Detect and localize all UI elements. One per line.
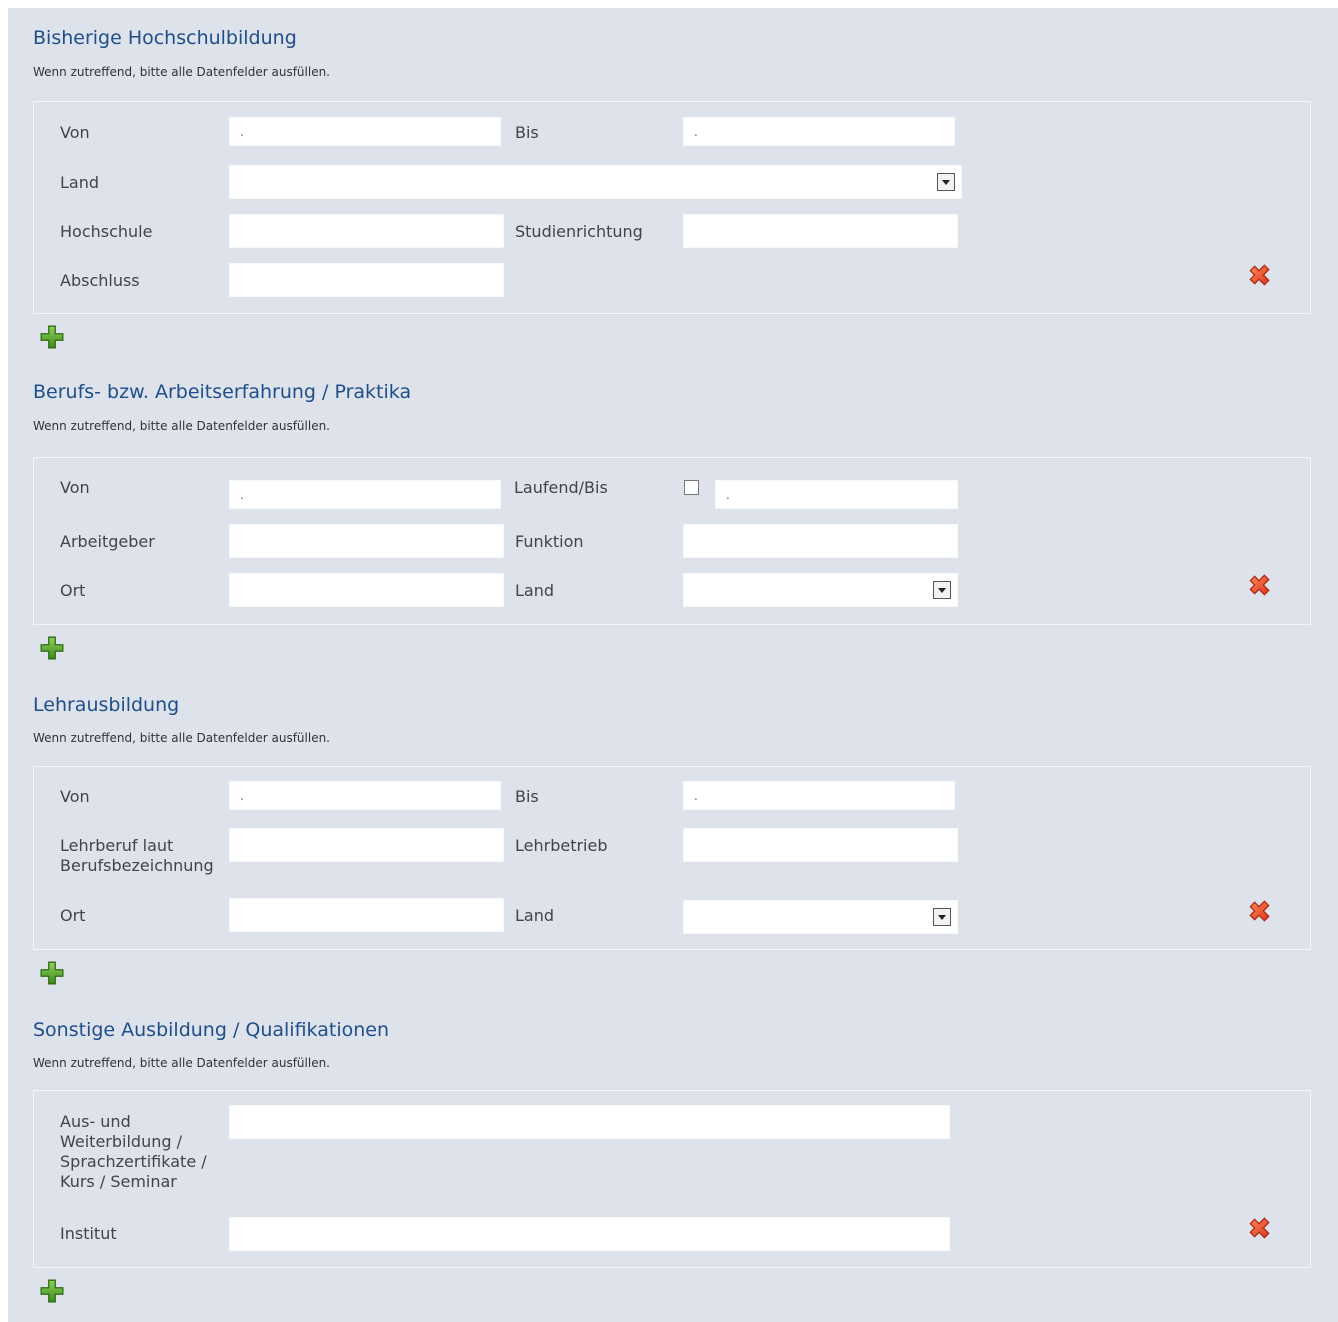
arbeitgeber-input[interactable] (229, 524, 504, 558)
dropdown-arrow-icon[interactable] (937, 173, 955, 191)
institut-input[interactable] (229, 1217, 950, 1251)
land-label: Land (515, 906, 555, 925)
studienrichtung-label: Studienrichtung (515, 222, 643, 241)
plus-icon[interactable] (39, 635, 65, 661)
bis-date-input[interactable]: . (715, 480, 958, 509)
funktion-label: Funktion (515, 532, 584, 551)
bis-label: Bis (515, 787, 539, 806)
section-title-sonstige-ausbildung: Sonstige Ausbildung / Qualifikationen (33, 1019, 389, 1041)
delete-x-icon[interactable] (1246, 572, 1272, 598)
dropdown-arrow-icon[interactable] (933, 581, 951, 599)
section-note: Wenn zutreffend, bitte alle Datenfelder … (33, 1056, 330, 1070)
lehrberuf-input[interactable] (229, 828, 504, 862)
von-label: Von (60, 787, 90, 806)
beruf-entry-box: Von . Laufend/Bis . Arbeitgeber Funktion… (33, 457, 1311, 625)
land-select[interactable] (683, 573, 958, 607)
hochschule-label: Hochschule (60, 222, 153, 241)
laufend-bis-label: Laufend/Bis (514, 478, 608, 497)
aus-weiterbildung-input[interactable] (229, 1105, 950, 1139)
lehrbetrieb-label: Lehrbetrieb (515, 836, 608, 855)
land-select[interactable] (683, 900, 958, 934)
ort-input[interactable] (229, 573, 504, 607)
lehr-entry-box: Von . Bis . Lehrberuf laut Berufsbezeich… (33, 766, 1311, 950)
plus-icon[interactable] (39, 960, 65, 986)
land-label: Land (60, 173, 100, 192)
section-note: Wenn zutreffend, bitte alle Datenfelder … (33, 419, 330, 433)
delete-x-icon[interactable] (1246, 1215, 1272, 1241)
aus-weiterbildung-label: Aus- und Weiterbildung / Sprachzertifika… (60, 1112, 207, 1191)
von-date-input[interactable]: . (229, 781, 501, 810)
arbeitgeber-label: Arbeitgeber (60, 532, 155, 551)
hochschul-entry-box: Von . Bis . Land Hochschule Studienricht… (33, 101, 1311, 314)
section-note: Wenn zutreffend, bitte alle Datenfelder … (33, 731, 330, 745)
institut-label: Institut (60, 1224, 117, 1243)
plus-icon[interactable] (39, 1278, 65, 1304)
section-title-lehrausbildung: Lehrausbildung (33, 694, 180, 716)
ort-input[interactable] (229, 898, 504, 932)
sonstige-entry-box: Aus- und Weiterbildung / Sprachzertifika… (33, 1090, 1311, 1268)
plus-icon[interactable] (39, 324, 65, 350)
studienrichtung-input[interactable] (683, 214, 958, 248)
bis-date-input[interactable]: . (683, 117, 955, 146)
bis-label: Bis (515, 123, 539, 142)
delete-x-icon[interactable] (1246, 262, 1272, 288)
von-label: Von (60, 123, 90, 142)
hochschule-input[interactable] (229, 214, 504, 248)
abschluss-input[interactable] (229, 263, 504, 297)
ort-label: Ort (60, 906, 86, 925)
lehrbetrieb-input[interactable] (683, 828, 958, 862)
section-note: Wenn zutreffend, bitte alle Datenfelder … (33, 65, 330, 79)
ort-label: Ort (60, 581, 86, 600)
bis-date-input[interactable]: . (683, 781, 955, 810)
lehrberuf-label: Lehrberuf laut Berufsbezeichnung (60, 836, 214, 875)
abschluss-label: Abschluss (60, 271, 140, 290)
section-title-hochschulbildung: Bisherige Hochschulbildung (33, 27, 297, 49)
dropdown-arrow-icon[interactable] (933, 908, 951, 926)
von-date-input[interactable]: . (229, 117, 501, 146)
von-date-input[interactable]: . (229, 480, 501, 509)
land-label: Land (515, 581, 555, 600)
form-panel: Bisherige Hochschulbildung Wenn zutreffe… (8, 8, 1338, 1322)
section-title-berufserfahrung: Berufs- bzw. Arbeitserfahrung / Praktika (33, 381, 412, 403)
funktion-input[interactable] (683, 524, 958, 558)
laufend-checkbox[interactable] (684, 480, 699, 495)
delete-x-icon[interactable] (1246, 898, 1272, 924)
land-select[interactable] (229, 165, 962, 199)
von-label: Von (60, 478, 90, 497)
